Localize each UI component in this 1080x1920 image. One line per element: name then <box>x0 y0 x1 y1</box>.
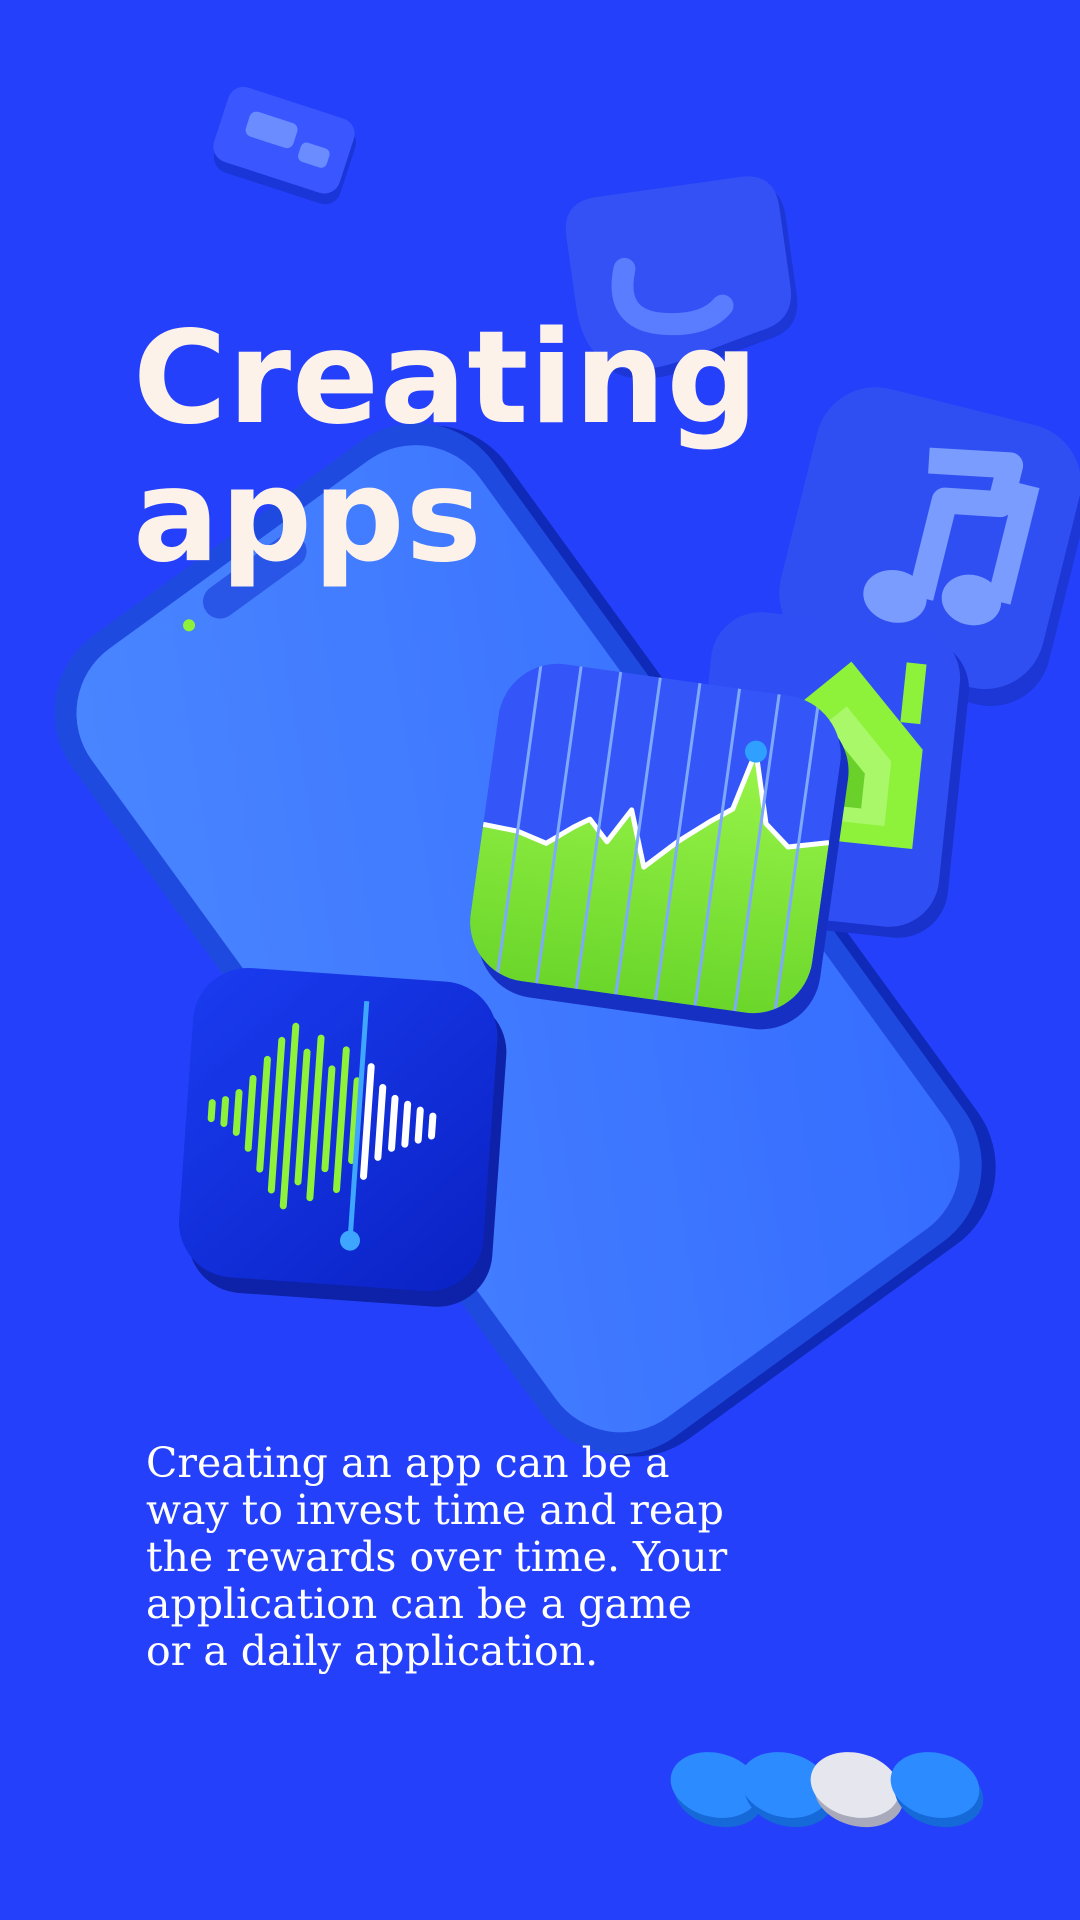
stocks-chart-icon <box>462 656 849 1030</box>
voice-memo-waveform-icon <box>178 967 507 1307</box>
description-line: application can be a game <box>146 1580 692 1628</box>
onboarding-page: Creating apps Creating an app can be a w… <box>0 0 1080 1920</box>
description-line: the rewards over time. Your <box>146 1533 728 1581</box>
description-line: way to invest time and reap <box>146 1486 724 1534</box>
page-title: Creating apps <box>133 310 759 586</box>
title-line-2: apps <box>133 442 483 591</box>
description-line: or a daily application. <box>146 1627 599 1675</box>
message-icon <box>213 86 356 205</box>
description-line: Creating an app can be a <box>146 1439 670 1487</box>
description-text: Creating an app can be a way to invest t… <box>146 1440 846 1675</box>
title-line-1: Creating <box>133 304 760 453</box>
